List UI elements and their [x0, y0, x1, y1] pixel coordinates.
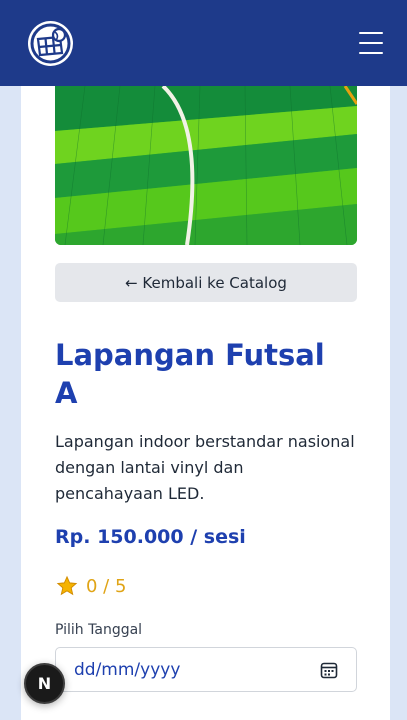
hamburger-menu-icon[interactable]: [359, 32, 383, 54]
rating-value: 0 / 5: [86, 575, 127, 597]
logo[interactable]: [28, 20, 73, 66]
top-navbar: [0, 0, 407, 86]
menu-line: [359, 32, 383, 34]
nextjs-dev-badge[interactable]: N: [24, 663, 65, 704]
venue-price: Rp. 150.000 / sesi: [55, 526, 246, 548]
venue-description: Lapangan indoor berstandar nasional deng…: [55, 432, 355, 503]
date-label: Pilih Tanggal: [55, 622, 143, 638]
back-to-catalog-button[interactable]: ← Kembali ke Catalog: [55, 263, 357, 302]
star-icon: [56, 575, 78, 596]
venue-detail-card: ← Kembali ke Catalog Lapangan Futsal A L…: [21, 86, 390, 720]
date-placeholder: dd/mm/yyyy: [74, 659, 181, 680]
date-input[interactable]: dd/mm/yyyy: [55, 647, 357, 692]
venue-hero-image: [55, 86, 357, 245]
venue-rating: 0 / 5: [56, 575, 126, 597]
venue-title: Lapangan Futsal A: [55, 338, 325, 410]
menu-line: [359, 42, 383, 44]
calendar-icon[interactable]: [320, 661, 338, 679]
tennis-court-ball-icon: [30, 23, 71, 63]
menu-line: [359, 52, 383, 54]
